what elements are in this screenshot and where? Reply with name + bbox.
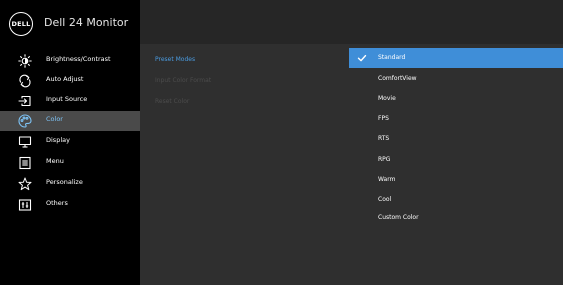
menu-item-label: Menu — [46, 157, 64, 165]
menu-item-personalize[interactable]: Personalize — [0, 174, 140, 194]
menu-item-label: Personalize — [46, 178, 83, 186]
preset-option-label: Movie — [378, 95, 396, 102]
star-icon — [18, 177, 32, 191]
input-source-icon — [18, 95, 31, 107]
preset-option-rpg[interactable]: RPG — [349, 150, 563, 170]
preset-option-label: Cool — [378, 196, 392, 203]
preset-option-movie[interactable]: Movie — [349, 89, 563, 109]
menu-item-label: Others — [46, 199, 68, 207]
preset-option-label: Warm — [378, 176, 396, 183]
dell-logo: DELL — [9, 12, 33, 36]
preset-option-standard[interactable]: Standard — [349, 48, 563, 68]
submenu-item-input-color-format: Input Color Format — [155, 77, 212, 84]
preset-option-label: RTS — [378, 135, 390, 142]
menu-item-brightness-contrast[interactable]: Brightness/Contrast — [0, 51, 140, 71]
menu-item-input-source[interactable]: Input Source — [0, 91, 140, 111]
menu-item-color[interactable]: Color — [0, 111, 140, 131]
preset-option-cool[interactable]: Cool — [349, 190, 563, 210]
preset-option-label: ComfortView — [378, 75, 417, 82]
monitor-osd: DELL Dell 24 Monitor Brightness/Contrast — [0, 0, 563, 285]
osd-main-menu-panel: DELL Dell 24 Monitor Brightness/Contrast — [0, 0, 140, 285]
submenu-item-reset-color: Reset Color — [155, 98, 190, 105]
preset-option-comfortview[interactable]: ComfortView — [349, 69, 563, 89]
menu-item-label: Display — [46, 136, 70, 144]
menu-item-display[interactable]: Display — [0, 132, 140, 152]
preset-option-fps[interactable]: FPS — [349, 109, 563, 129]
menu-item-others[interactable]: Others — [0, 195, 140, 215]
preset-option-label: FPS — [378, 115, 389, 122]
others-icon — [18, 199, 32, 211]
preset-option-label: Standard — [378, 54, 406, 61]
preset-option-custom-color[interactable]: Custom Color — [349, 208, 563, 228]
preset-option-warm[interactable]: Warm — [349, 170, 563, 190]
menu-item-label: Input Source — [46, 95, 88, 103]
menu-item-auto-adjust[interactable]: Auto Adjust — [0, 71, 140, 91]
menu-item-label: Color — [46, 115, 63, 123]
preset-option-rts[interactable]: RTS — [349, 129, 563, 149]
submenu-item-preset-modes[interactable]: Preset Modes — [155, 56, 195, 63]
menu-item-label: Auto Adjust — [46, 75, 84, 83]
preset-option-label: Custom Color — [378, 214, 419, 221]
color-palette-icon — [18, 114, 32, 128]
monitor-title: Dell 24 Monitor — [44, 16, 129, 29]
auto-adjust-icon — [19, 74, 31, 88]
menu-icon — [19, 156, 31, 170]
brightness-icon — [18, 54, 32, 68]
checkmark-icon — [357, 54, 367, 62]
menu-item-menu[interactable]: Menu — [0, 153, 140, 173]
display-icon — [18, 136, 32, 148]
menu-item-label: Brightness/Contrast — [46, 55, 111, 63]
preset-option-label: RPG — [378, 156, 391, 163]
